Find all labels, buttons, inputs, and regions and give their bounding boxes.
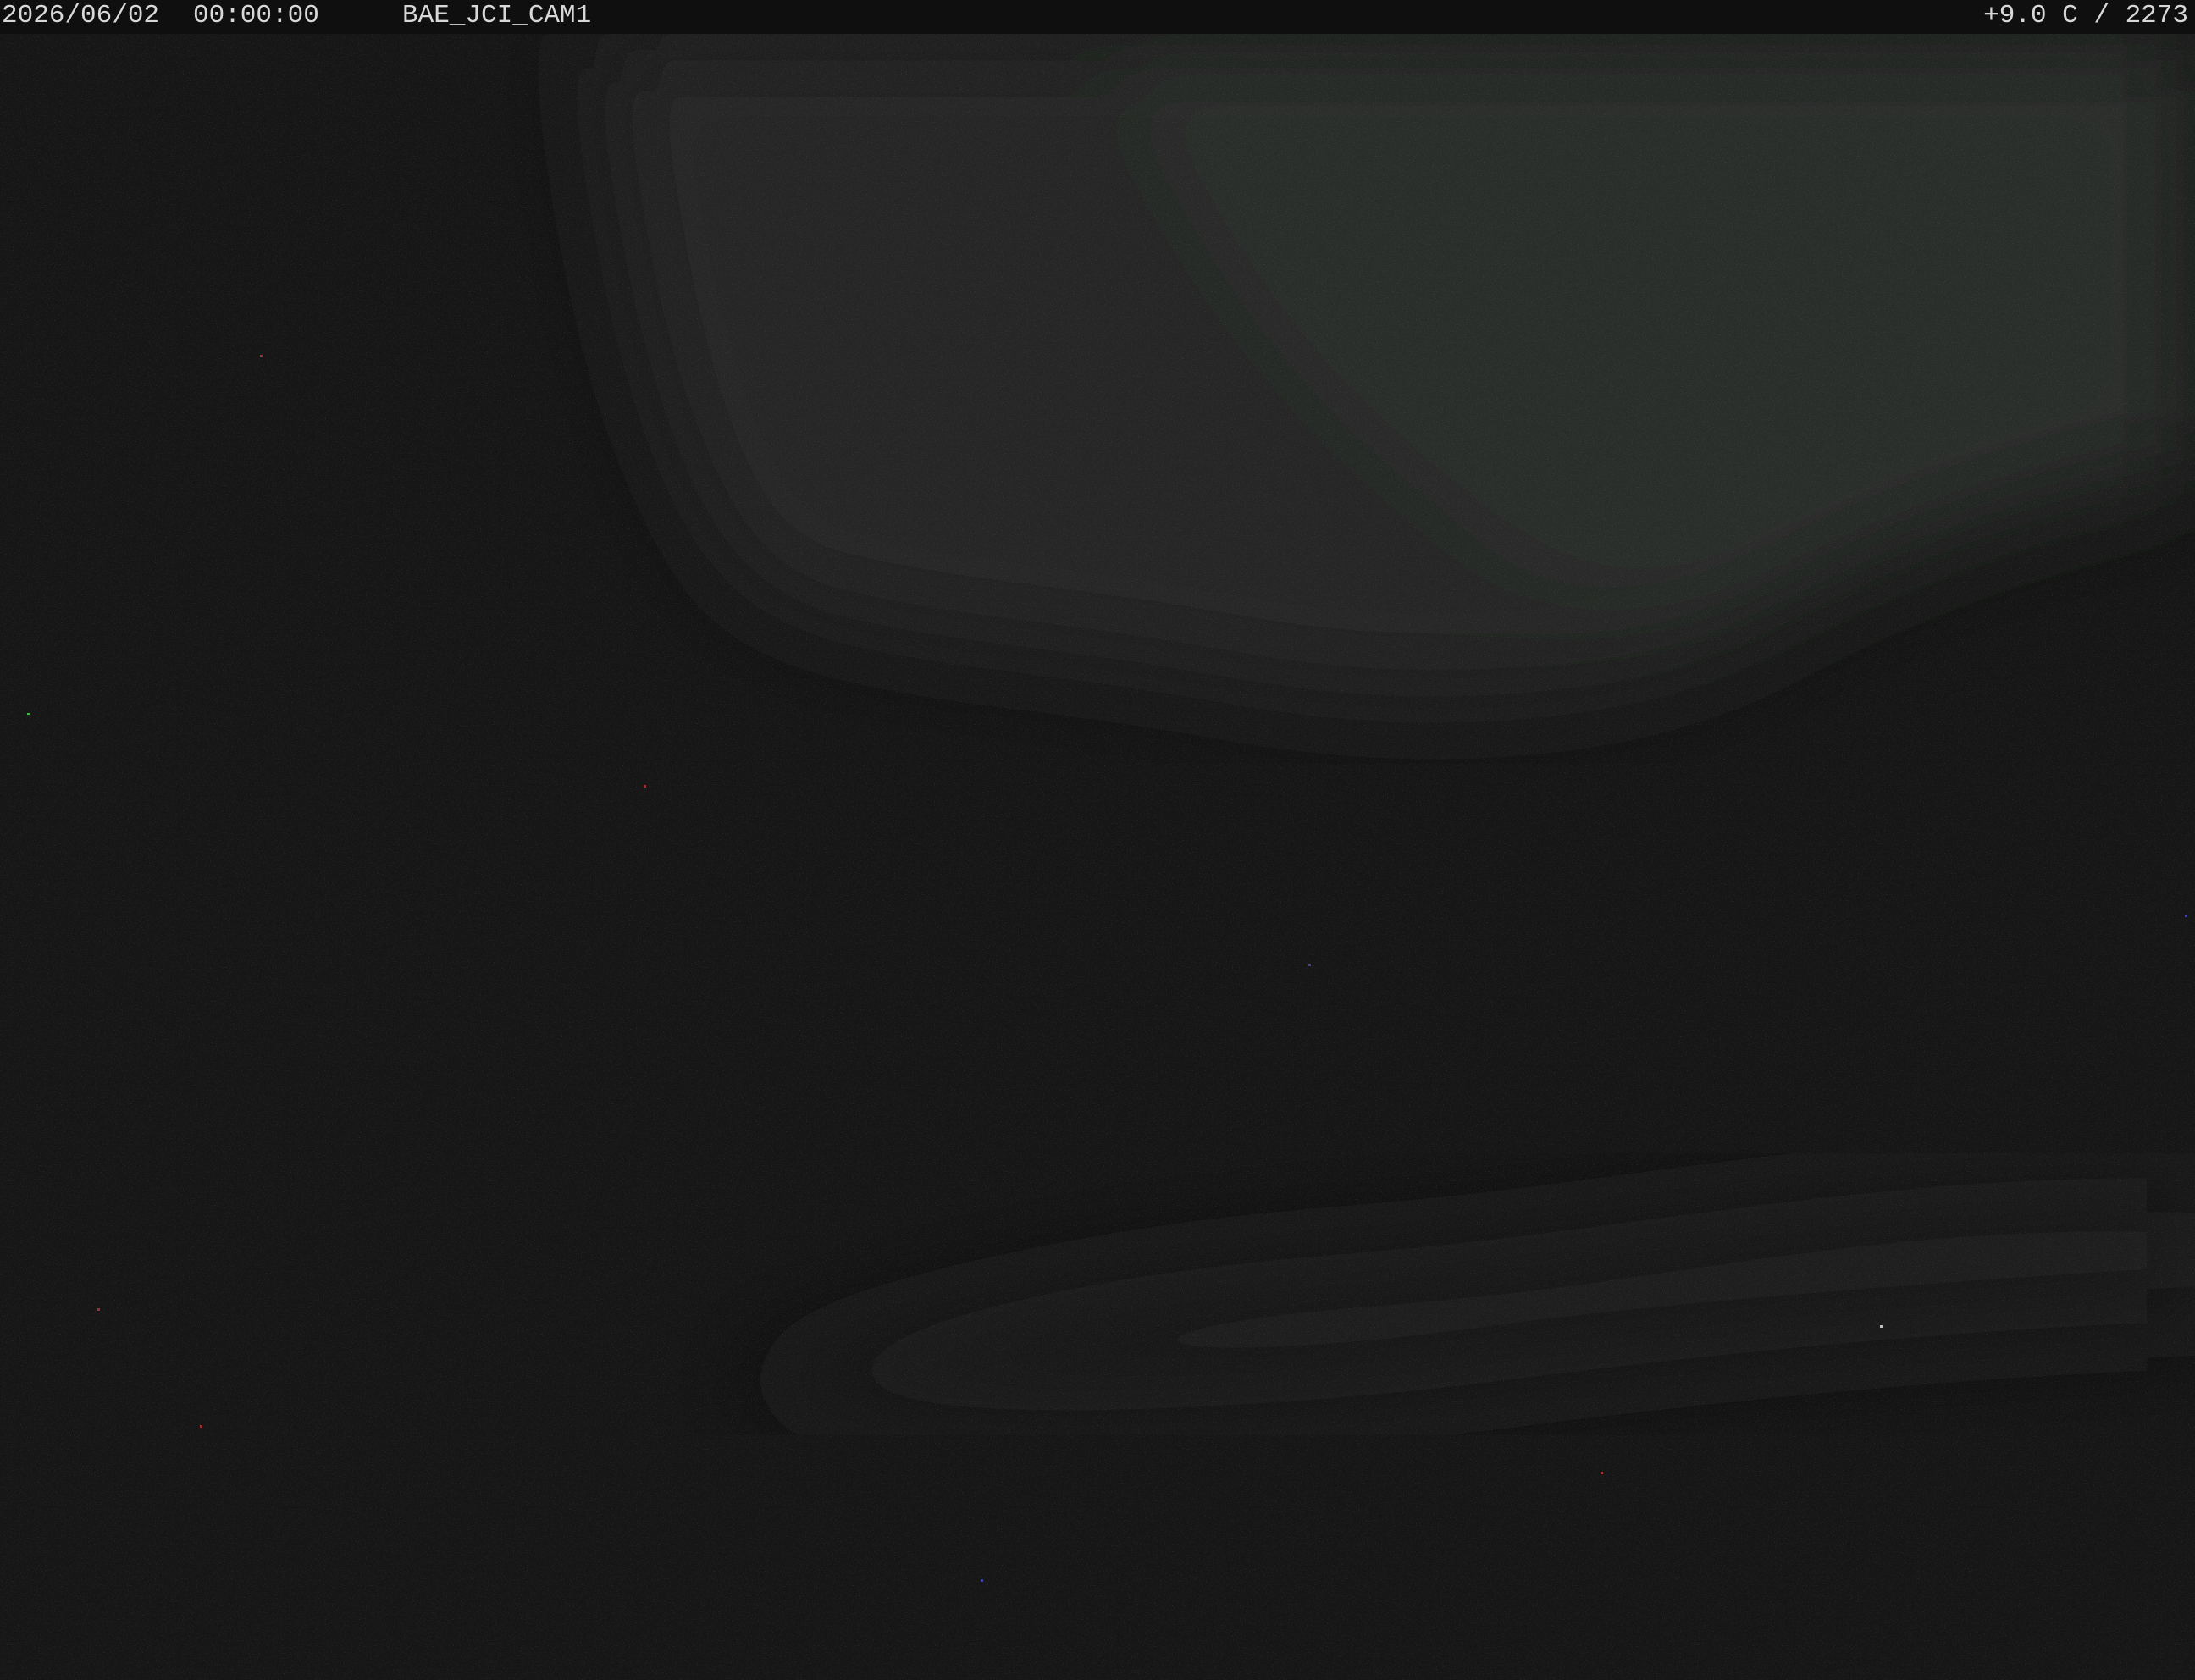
temperature-altitude-readout: +9.0 C / 2273 — [1983, 1, 2188, 30]
webcam-frame: 2026/06/02 00:00:00 BAE_JCI_CAM1 +9.0 C … — [0, 0, 2195, 1680]
camera-name: BAE_JCI_CAM1 — [402, 1, 592, 30]
night-scene-image — [0, 0, 2195, 1680]
timestamp-time: 00:00:00 — [193, 1, 319, 30]
osd-overlay-bar: 2026/06/02 00:00:00 BAE_JCI_CAM1 +9.0 C … — [0, 0, 2195, 34]
timestamp-date: 2026/06/02 — [2, 1, 160, 30]
sensor-noise — [0, 0, 2195, 1680]
